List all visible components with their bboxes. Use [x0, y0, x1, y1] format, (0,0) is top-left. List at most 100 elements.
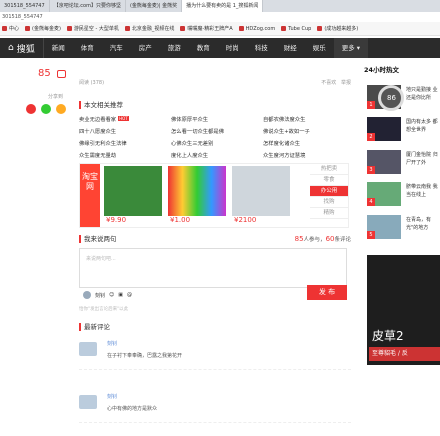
nav-item-house[interactable]: 房产: [131, 38, 160, 58]
browser-tab[interactable]: (金熊每金麦)| 金熊奖: [126, 0, 183, 12]
related-link[interactable]: 自都农佛法度众生: [263, 115, 351, 123]
hot-item[interactable]: 3 厦门金怡院 归尸开了外: [364, 150, 440, 176]
ad-tab[interactable]: 精购: [310, 208, 348, 219]
ad-tab-active[interactable]: 办公用: [310, 186, 348, 197]
wechat-share-icon[interactable]: [41, 104, 51, 114]
avatar[interactable]: [79, 342, 97, 356]
comment-text: 在子衬下奉奉确，巴露之我第花开: [107, 353, 183, 359]
hot24-title: 24小时热文: [364, 66, 400, 74]
qzone-share-icon[interactable]: [56, 104, 66, 114]
product-price: ¥9.90: [106, 216, 127, 224]
bookmark-item[interactable]: 中心: [2, 25, 19, 32]
nav-item-finance[interactable]: 财经: [276, 38, 305, 58]
image-icon[interactable]: ▣: [118, 292, 123, 298]
related-link[interactable]: 心佛众生三无差别: [171, 139, 263, 147]
comment-header: 我来说两句 85人参与，60条评论: [79, 235, 351, 243]
bookmarks-bar: 中心 (金熊每金麦) 游民星空 - 大型单机 北京金融_视频在线 嘴嘴魔-精彩王…: [0, 22, 440, 36]
related-link[interactable]: 怎么看一切众生都是佛: [171, 127, 263, 135]
nav-item-ent[interactable]: 娱乐: [305, 38, 334, 58]
at-icon[interactable]: @: [127, 292, 132, 298]
hot-title: 厦门金怡院 归尸开了外: [406, 152, 438, 166]
hot-badge: HOT: [118, 116, 129, 121]
hot-item[interactable]: 2 国内有太多 都想全世界: [364, 117, 440, 143]
related-link[interactable]: 众生需度无量劫: [79, 151, 171, 159]
comment-author[interactable]: 刻钊: [107, 393, 117, 400]
browser-tab-bar: 301518_554747 【京吧论坛.com】只要你够坚 (金熊每金麦)| 金…: [0, 0, 440, 12]
hot-item[interactable]: 5 在青岛，有 光"的地方: [364, 215, 440, 241]
nav-item-edu[interactable]: 教育: [189, 38, 218, 58]
comment-note: 恰你"发出言论后来"以此: [79, 307, 129, 312]
nav-item-auto[interactable]: 汽车: [102, 38, 131, 58]
bookmark-item[interactable]: Tube Cup: [281, 26, 311, 32]
product-image[interactable]: [104, 166, 162, 216]
ad-tab[interactable]: 找购: [310, 197, 348, 208]
comment-stats: 85人参与，60条评论: [294, 235, 351, 243]
product-price: ¥1.00: [170, 216, 191, 224]
fur-promo-ad[interactable]: 皮草2 至尊貂毛 / 反: [367, 255, 440, 365]
address-bar[interactable]: 301518_554747: [0, 12, 440, 22]
browser-tab-active[interactable]: 播为什么要有卖的是 1_搜狐新闻: [182, 0, 264, 12]
comment-icon[interactable]: [57, 70, 66, 78]
bookmark-item[interactable]: (金熊每金麦): [25, 25, 61, 32]
taobao-ad[interactable]: 淘宝网 ¥9.90 ¥1.00 ¥2100 热把卖 零食 办公用 找购 精购: [79, 163, 349, 228]
comment-count[interactable]: 85: [38, 68, 51, 79]
comment-item: 刻钊 心中有佛的地方是默众: [79, 393, 351, 423]
hot-item[interactable]: 4 脐带云南我 我当在线上: [364, 182, 440, 208]
post-button[interactable]: 发 布: [307, 285, 347, 300]
latest-comments-title: 最新评论: [79, 323, 110, 331]
comment-author[interactable]: 刻钊: [107, 340, 117, 347]
weibo-share-icon[interactable]: [26, 104, 36, 114]
related-section: 本文相关推荐 卖业无边看看家 HOT 佛体原厚平众生 自都农佛法度众生 四十八愿度…: [79, 101, 351, 159]
related-title: 本文相关推荐: [79, 101, 351, 109]
comment-input[interactable]: 来说两句吧...: [79, 248, 347, 288]
emoji-icon[interactable]: ☺: [109, 292, 114, 298]
avatar[interactable]: [79, 395, 97, 409]
bookmark-item[interactable]: (成功越来越多): [317, 25, 358, 32]
related-link[interactable]: 众生度河方证慧境: [263, 151, 351, 159]
bookmark-icon: [180, 26, 186, 31]
article-meta: 阅读 (378) 不喜欢 举报: [79, 79, 351, 86]
bookmark-item[interactable]: HDZog.com: [238, 26, 275, 32]
rank-badge: 2: [367, 133, 375, 141]
bookmark-icon: [238, 26, 244, 31]
bookmark-icon: [25, 26, 31, 31]
related-link[interactable]: 佛缘引无利众生法律: [79, 139, 171, 147]
rank-badge: 5: [367, 231, 375, 239]
read-count: 阅读 (378): [79, 80, 105, 86]
ad-category-tabs: 热把卖 零食 办公用 找购 精购: [310, 164, 348, 219]
product-image[interactable]: [232, 166, 290, 216]
ad-tab[interactable]: 热把卖: [310, 164, 348, 175]
bookmark-item[interactable]: 游民星空 - 大型单机: [66, 25, 119, 32]
nav-item-news[interactable]: 新闻: [44, 38, 73, 58]
bookmark-icon: [281, 26, 287, 31]
site-logo[interactable]: ⌂ 搜狐: [0, 38, 44, 58]
product-image[interactable]: [168, 166, 226, 216]
promo-headline: 皮草2: [372, 329, 404, 343]
browser-tab[interactable]: 【京吧论坛.com】只要你够坚: [50, 0, 126, 12]
nav-item-tech[interactable]: 科技: [247, 38, 276, 58]
nav-item-travel[interactable]: 旅游: [160, 38, 189, 58]
ad-tab[interactable]: 零食: [310, 175, 348, 186]
nav-item-sports[interactable]: 体育: [73, 38, 102, 58]
related-link[interactable]: 怎样度化诸众生: [263, 139, 351, 147]
related-link[interactable]: 佛体原厚平众生: [171, 115, 263, 123]
nav-item-fashion[interactable]: 时尚: [218, 38, 247, 58]
report-link[interactable]: 举报: [341, 80, 351, 86]
related-link[interactable]: 四十八愿度众生: [79, 127, 171, 135]
related-link[interactable]: 佛说众生+故如一子: [263, 127, 351, 135]
bookmark-item[interactable]: 嘴嘴魔-精彩王牌产A: [180, 25, 233, 32]
taobao-logo: 淘宝网: [80, 164, 100, 227]
hot-title: 在青岛，有 光"的地方: [406, 217, 432, 231]
bookmark-icon: [2, 26, 7, 31]
rank-badge: 4: [367, 198, 375, 206]
comment-text: 心中有佛的地方是默众: [107, 406, 158, 412]
nav-more[interactable]: 更多 ▾: [333, 38, 369, 58]
not-interested-link[interactable]: 不喜欢: [321, 80, 336, 86]
username: 刻钊: [95, 292, 106, 299]
related-link[interactable]: 卖业无边看看家 HOT: [79, 115, 171, 123]
related-link[interactable]: 度化上人度众生: [171, 151, 263, 159]
browser-tab[interactable]: 301518_554747: [0, 0, 50, 12]
hot-title: 国内有太多 都想全世界: [406, 119, 438, 133]
bookmark-item[interactable]: 北京金融_视频在线: [124, 25, 174, 32]
floating-badge[interactable]: 86: [378, 85, 404, 111]
